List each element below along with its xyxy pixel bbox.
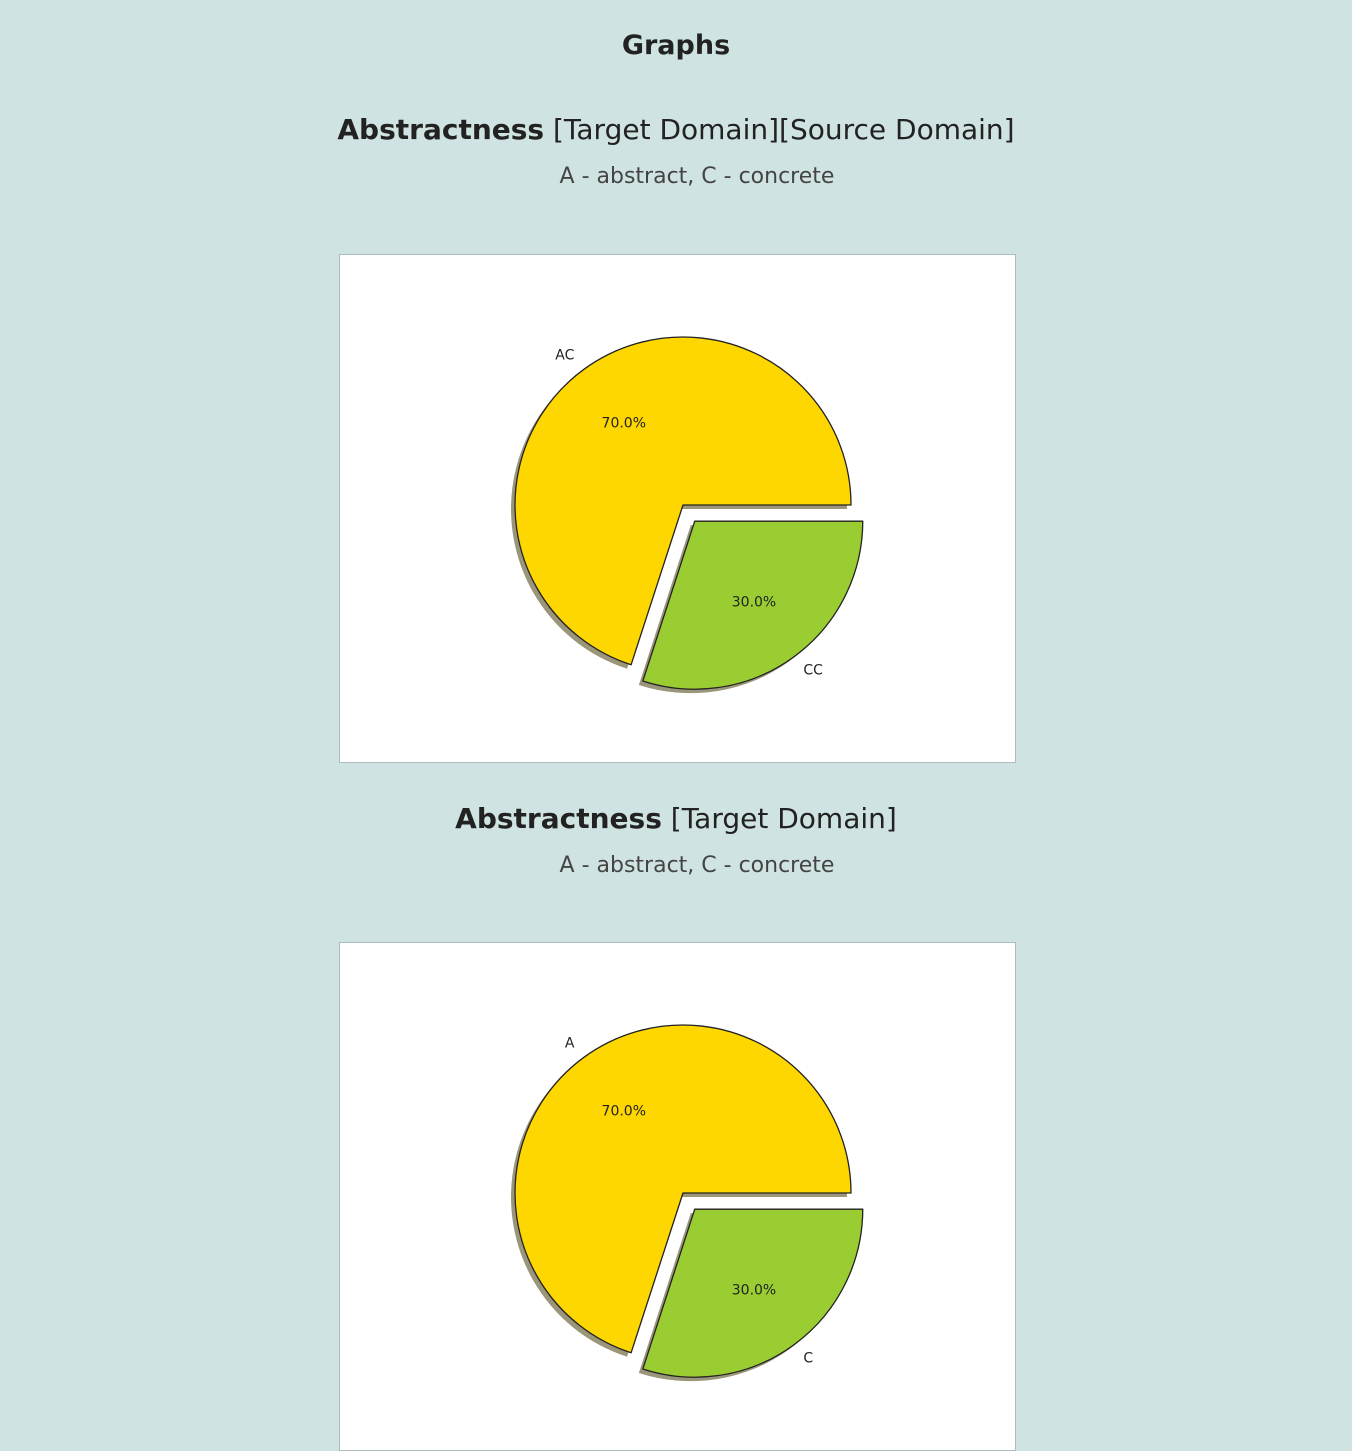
section-heading-2-bold: Abstractness (455, 802, 662, 835)
section-subtitle-2: A - abstract, C - concrete (559, 853, 835, 878)
pie-percent-label-cc: 30.0% (732, 595, 776, 611)
section-heading-2-rest: [Target Domain] (661, 802, 897, 835)
chart-frame-1: AC 70.0% CC 30.0% (339, 254, 1016, 763)
section-heading-1-rest: [Target Domain][Source Domain] (544, 113, 1015, 146)
pie-label-ac: AC (555, 348, 574, 364)
pie-percent-label-ac: 70.0% (602, 416, 646, 432)
chart-frame-2: A 70.0% C 30.0% (339, 942, 1016, 1451)
section-heading-2: Abstractness [Target Domain] (0, 801, 1352, 837)
pie-percent-label-c: 30.0% (732, 1283, 776, 1299)
section-heading-1: Abstractness [Target Domain][Source Doma… (0, 112, 1352, 148)
pie-chart-1: AC 70.0% CC 30.0% (511, 336, 864, 694)
section-heading-1-bold: Abstractness (337, 113, 545, 146)
pie-chart-2: A 70.0% C 30.0% (511, 1024, 864, 1382)
pie-percent-label-a: 70.0% (602, 1104, 646, 1120)
pie-label-a: A (565, 1036, 575, 1052)
pie-label-cc: CC (803, 663, 823, 679)
page-title: Graphs (621, 30, 731, 61)
section-subtitle-1: A - abstract, C - concrete (559, 164, 835, 189)
pie-label-c: C (803, 1351, 813, 1367)
